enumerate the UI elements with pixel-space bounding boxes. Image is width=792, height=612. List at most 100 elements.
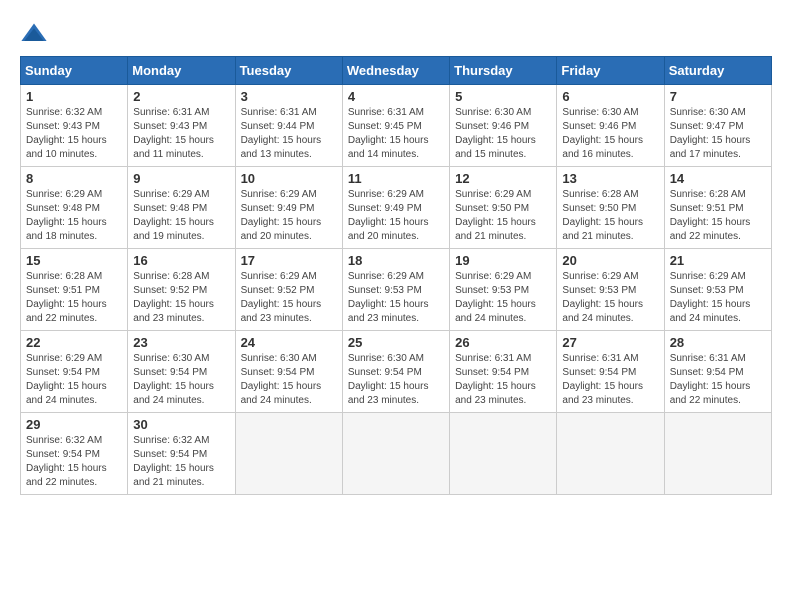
day-info: Sunrise: 6:31 AMSunset: 9:54 PMDaylight:… [455, 352, 551, 408]
day-info: Sunrise: 6:29 AMSunset: 9:53 PMDaylight:… [348, 270, 444, 326]
day-number: 9 [133, 171, 229, 186]
day-number: 21 [670, 253, 766, 268]
calendar-cell: 12 Sunrise: 6:29 AMSunset: 9:50 PMDayligh… [450, 167, 557, 249]
day-number: 2 [133, 89, 229, 104]
calendar-cell: 17 Sunrise: 6:29 AMSunset: 9:52 PMDayligh… [235, 249, 342, 331]
day-number: 13 [562, 171, 658, 186]
day-info: Sunrise: 6:29 AMSunset: 9:50 PMDaylight:… [455, 188, 551, 244]
day-info: Sunrise: 6:32 AMSunset: 9:54 PMDaylight:… [26, 434, 122, 490]
calendar-cell: 21 Sunrise: 6:29 AMSunset: 9:53 PMDayligh… [664, 249, 771, 331]
weekday-header-tuesday: Tuesday [235, 57, 342, 85]
day-number: 28 [670, 335, 766, 350]
day-number: 26 [455, 335, 551, 350]
day-number: 11 [348, 171, 444, 186]
day-info: Sunrise: 6:29 AMSunset: 9:48 PMDaylight:… [26, 188, 122, 244]
calendar-cell: 28Sunrise: 6:31 AMSunset: 9:54 PMDayligh… [664, 331, 771, 413]
day-info: Sunrise: 6:28 AMSunset: 9:51 PMDaylight:… [670, 188, 766, 244]
generalblue-logo-icon [20, 20, 48, 48]
day-number: 12 [455, 171, 551, 186]
calendar-cell: 29 Sunrise: 6:32 AMSunset: 9:54 PMDayligh… [21, 413, 128, 495]
day-info: Sunrise: 6:29 AMSunset: 9:53 PMDaylight:… [670, 270, 766, 326]
day-number: 1 [26, 89, 122, 104]
calendar-cell: 26 Sunrise: 6:31 AMSunset: 9:54 PMDayligh… [450, 331, 557, 413]
calendar-cell: 4 Sunrise: 6:31 AMSunset: 9:45 PMDaylight… [342, 85, 449, 167]
calendar-cell: 30 Sunrise: 6:32 AMSunset: 9:54 PMDayligh… [128, 413, 235, 495]
calendar-cell: 20Sunrise: 6:29 AMSunset: 9:53 PMDayligh… [557, 249, 664, 331]
calendar-cell: 24 Sunrise: 6:30 AMSunset: 9:54 PMDayligh… [235, 331, 342, 413]
day-info: Sunrise: 6:30 AMSunset: 9:47 PMDaylight:… [670, 106, 766, 162]
day-info: Sunrise: 6:31 AMSunset: 9:45 PMDaylight:… [348, 106, 444, 162]
calendar-cell: 2 Sunrise: 6:31 AMSunset: 9:43 PMDaylight… [128, 85, 235, 167]
calendar-week-2: 8 Sunrise: 6:29 AMSunset: 9:48 PMDaylight… [21, 167, 772, 249]
day-number: 17 [241, 253, 337, 268]
calendar-cell: 9 Sunrise: 6:29 AMSunset: 9:48 PMDaylight… [128, 167, 235, 249]
day-info: Sunrise: 6:32 AMSunset: 9:43 PMDaylight:… [26, 106, 122, 162]
calendar-week-4: 22Sunrise: 6:29 AMSunset: 9:54 PMDayligh… [21, 331, 772, 413]
logo [20, 20, 52, 48]
day-number: 18 [348, 253, 444, 268]
calendar-cell: 13 Sunrise: 6:28 AMSunset: 9:50 PMDayligh… [557, 167, 664, 249]
day-number: 4 [348, 89, 444, 104]
day-info: Sunrise: 6:28 AMSunset: 9:51 PMDaylight:… [26, 270, 122, 326]
day-info: Sunrise: 6:28 AMSunset: 9:52 PMDaylight:… [133, 270, 229, 326]
day-info: Sunrise: 6:31 AMSunset: 9:44 PMDaylight:… [241, 106, 337, 162]
day-info: Sunrise: 6:28 AMSunset: 9:50 PMDaylight:… [562, 188, 658, 244]
weekday-header-sunday: Sunday [21, 57, 128, 85]
day-number: 19 [455, 253, 551, 268]
calendar-cell: 1 Sunrise: 6:32 AMSunset: 9:43 PMDaylight… [21, 85, 128, 167]
calendar-cell: 23 Sunrise: 6:30 AMSunset: 9:54 PMDayligh… [128, 331, 235, 413]
day-info: Sunrise: 6:32 AMSunset: 9:54 PMDaylight:… [133, 434, 229, 490]
day-info: Sunrise: 6:30 AMSunset: 9:46 PMDaylight:… [455, 106, 551, 162]
day-number: 29 [26, 417, 122, 432]
calendar-cell: 14Sunrise: 6:28 AMSunset: 9:51 PMDayligh… [664, 167, 771, 249]
calendar-cell: 10Sunrise: 6:29 AMSunset: 9:49 PMDayligh… [235, 167, 342, 249]
day-info: Sunrise: 6:30 AMSunset: 9:54 PMDaylight:… [348, 352, 444, 408]
weekday-header-friday: Friday [557, 57, 664, 85]
page-header [20, 20, 772, 48]
day-number: 25 [348, 335, 444, 350]
day-info: Sunrise: 6:30 AMSunset: 9:46 PMDaylight:… [562, 106, 658, 162]
day-info: Sunrise: 6:29 AMSunset: 9:49 PMDaylight:… [348, 188, 444, 244]
calendar-cell: 27Sunrise: 6:31 AMSunset: 9:54 PMDayligh… [557, 331, 664, 413]
day-info: Sunrise: 6:29 AMSunset: 9:54 PMDaylight:… [26, 352, 122, 408]
day-number: 16 [133, 253, 229, 268]
calendar-cell: 25 Sunrise: 6:30 AMSunset: 9:54 PMDayligh… [342, 331, 449, 413]
weekday-header-row: SundayMondayTuesdayWednesdayThursdayFrid… [21, 57, 772, 85]
calendar-cell [235, 413, 342, 495]
calendar-cell: 22Sunrise: 6:29 AMSunset: 9:54 PMDayligh… [21, 331, 128, 413]
day-number: 6 [562, 89, 658, 104]
calendar-week-5: 29 Sunrise: 6:32 AMSunset: 9:54 PMDayligh… [21, 413, 772, 495]
day-info: Sunrise: 6:31 AMSunset: 9:43 PMDaylight:… [133, 106, 229, 162]
day-number: 10 [241, 171, 337, 186]
calendar-table: SundayMondayTuesdayWednesdayThursdayFrid… [20, 56, 772, 495]
calendar-cell: 15 Sunrise: 6:28 AMSunset: 9:51 PMDayligh… [21, 249, 128, 331]
day-number: 3 [241, 89, 337, 104]
calendar-cell [450, 413, 557, 495]
weekday-header-thursday: Thursday [450, 57, 557, 85]
calendar-cell: 18 Sunrise: 6:29 AMSunset: 9:53 PMDayligh… [342, 249, 449, 331]
day-number: 15 [26, 253, 122, 268]
day-info: Sunrise: 6:29 AMSunset: 9:48 PMDaylight:… [133, 188, 229, 244]
day-info: Sunrise: 6:30 AMSunset: 9:54 PMDaylight:… [241, 352, 337, 408]
day-info: Sunrise: 6:30 AMSunset: 9:54 PMDaylight:… [133, 352, 229, 408]
calendar-cell [664, 413, 771, 495]
calendar-cell: 3 Sunrise: 6:31 AMSunset: 9:44 PMDaylight… [235, 85, 342, 167]
day-info: Sunrise: 6:29 AMSunset: 9:53 PMDaylight:… [455, 270, 551, 326]
calendar-cell: 6 Sunrise: 6:30 AMSunset: 9:46 PMDaylight… [557, 85, 664, 167]
calendar-cell: 8 Sunrise: 6:29 AMSunset: 9:48 PMDaylight… [21, 167, 128, 249]
calendar-week-1: 1 Sunrise: 6:32 AMSunset: 9:43 PMDaylight… [21, 85, 772, 167]
weekday-header-wednesday: Wednesday [342, 57, 449, 85]
calendar-cell: 11 Sunrise: 6:29 AMSunset: 9:49 PMDayligh… [342, 167, 449, 249]
day-number: 27 [562, 335, 658, 350]
day-number: 7 [670, 89, 766, 104]
day-number: 8 [26, 171, 122, 186]
calendar-cell [342, 413, 449, 495]
calendar-cell: 5 Sunrise: 6:30 AMSunset: 9:46 PMDaylight… [450, 85, 557, 167]
day-number: 30 [133, 417, 229, 432]
calendar-cell: 19 Sunrise: 6:29 AMSunset: 9:53 PMDayligh… [450, 249, 557, 331]
day-number: 23 [133, 335, 229, 350]
day-number: 5 [455, 89, 551, 104]
day-number: 24 [241, 335, 337, 350]
day-info: Sunrise: 6:29 AMSunset: 9:52 PMDaylight:… [241, 270, 337, 326]
weekday-header-monday: Monday [128, 57, 235, 85]
